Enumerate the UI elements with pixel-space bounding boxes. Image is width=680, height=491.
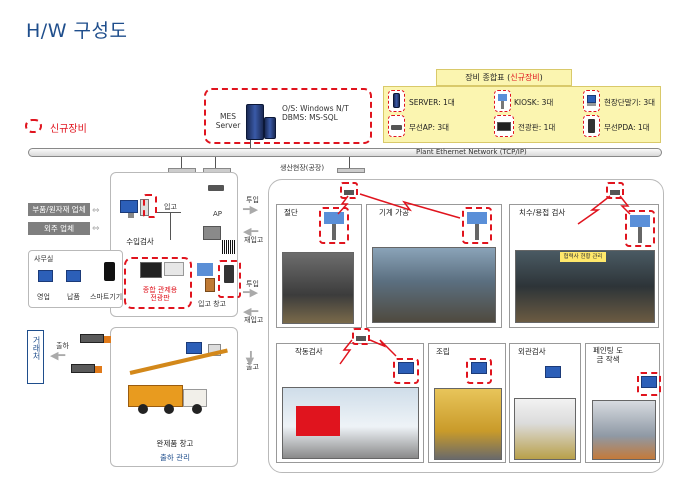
painting-photo: [592, 400, 656, 460]
partner-outsourcing-label: 외주 업체: [28, 222, 90, 235]
new-equipment-marker: [143, 194, 157, 218]
terminal-monitor-icon: [120, 200, 138, 213]
partner-supplier-label: 부품/원자재 업체: [28, 203, 90, 216]
summary-display-board: 전광판: 1대: [518, 123, 556, 132]
office-terminal-icon: [38, 270, 53, 282]
summary-wireless-pda: 무선PDA: 1대: [604, 123, 650, 132]
shipping-management-label: 출하 관리: [160, 453, 190, 462]
flow-arrow-line: [170, 212, 171, 240]
mes-server-label: MES Server: [215, 112, 241, 130]
wireless-ap-device-icon: [208, 185, 224, 191]
right-arrow-icon: ━▶: [243, 286, 259, 299]
re-stock-label: 재입고: [244, 236, 264, 244]
new-equipment-legend-swatch: [25, 119, 42, 133]
pda-device-icon: [224, 265, 234, 283]
office-delivery-label: 납품: [67, 293, 80, 301]
ap-label: AP: [213, 210, 223, 218]
wireless-signal-icon: [359, 193, 461, 219]
mes-os: O/S: Windows N/T: [282, 104, 349, 113]
test-truck-image: [296, 406, 340, 436]
assembly-photo: [434, 388, 502, 460]
display-board-device-icon: [140, 262, 162, 278]
left-arrow-icon: ◀━: [50, 349, 66, 362]
wireless-signal-icon: [577, 195, 611, 225]
bidirectional-arrow-icon: ⇔: [92, 224, 100, 234]
smart-device-icon: [104, 262, 115, 281]
inbound-label: 입고: [164, 203, 177, 211]
truck-cab-icon: [104, 336, 111, 343]
office-label: 사무실: [34, 255, 54, 263]
wireless-signal-icon: [619, 195, 631, 215]
summary-kiosk: KIOSK: 3대: [514, 98, 554, 107]
finished-goods-warehouse-label: 완제품 창고: [156, 439, 194, 448]
display-board-device-icon: [164, 262, 184, 276]
right-arrow-icon: ━▶: [243, 203, 259, 216]
control-display-board-label: 종합 관제용 전광판: [142, 286, 178, 302]
truck-cab-icon: [95, 366, 102, 373]
summary-wireless-ap: 무선AP: 3대: [409, 123, 450, 132]
delivery-truck-icon: [80, 334, 104, 343]
wireless-pda-icon: [583, 115, 600, 137]
factory-label: 생산현장(공장): [280, 164, 325, 172]
pump-truck-image: [128, 385, 183, 407]
monitor-stand-icon: [128, 213, 134, 218]
plant-ethernet-network-bar: [28, 148, 662, 157]
wireless-signal-icon: [369, 339, 397, 357]
display-board-icon: [494, 115, 514, 137]
customer-label: 거래처: [32, 336, 41, 360]
warehouse-item-icon: [205, 278, 215, 292]
printer-icon: [203, 226, 221, 240]
receiving-inspection-label: 수입검사: [126, 237, 154, 246]
server-tower-icon: [246, 104, 264, 140]
network-label: Plant Ethernet Network (TCP/IP): [416, 148, 527, 156]
partner-status-sign: 협력사 현황 관리: [560, 252, 606, 262]
new-equipment-legend-label: 신규장비: [50, 124, 87, 135]
wireless-ap-icon: [388, 115, 405, 137]
receiving-warehouse-label: 입고 창고: [198, 300, 226, 308]
field-terminal-icon: [583, 90, 600, 112]
wheel-icon: [138, 404, 148, 414]
bidirectional-arrow-icon: ⇔: [92, 206, 100, 216]
equipment-summary-title: 장비 종합표 (신규장비): [436, 69, 572, 86]
down-arrow-icon: ━▶: [244, 350, 258, 367]
cutting-photo: [282, 252, 354, 324]
mes-dbms: DBMS: MS-SQL: [282, 113, 338, 122]
page-title: H/W 구성도: [26, 20, 128, 42]
server-tower-icon: [264, 117, 276, 139]
wireless-signal-icon: [337, 195, 349, 215]
office-sales-label: 영업: [37, 293, 50, 301]
re-stock-label: 재입고: [244, 316, 264, 324]
delivery-truck-icon: [71, 364, 95, 373]
wheel-icon: [192, 404, 202, 414]
server-icon: [388, 90, 405, 112]
network-switch-icon: [337, 168, 365, 173]
machining-photo: [372, 247, 496, 323]
flow-arrow-line: [157, 212, 181, 213]
terminal-monitor-icon: [186, 342, 202, 354]
station-cutting-label: 절단: [284, 208, 298, 217]
summary-server: SERVER: 1대: [409, 98, 455, 107]
wireless-signal-icon: [339, 339, 353, 365]
office-terminal-icon: [66, 270, 81, 282]
barcode-icon: [222, 240, 236, 254]
wheel-icon: [164, 404, 174, 414]
warehouse-kiosk-icon: [197, 263, 213, 276]
exterior-inspection-photo: [514, 398, 576, 460]
summary-field-terminal: 현장단말기: 3대: [604, 98, 656, 107]
kiosk-icon: [494, 90, 511, 112]
equipment-summary-table: [383, 86, 661, 143]
office-smart-device-label: 스마트기기: [90, 293, 123, 301]
